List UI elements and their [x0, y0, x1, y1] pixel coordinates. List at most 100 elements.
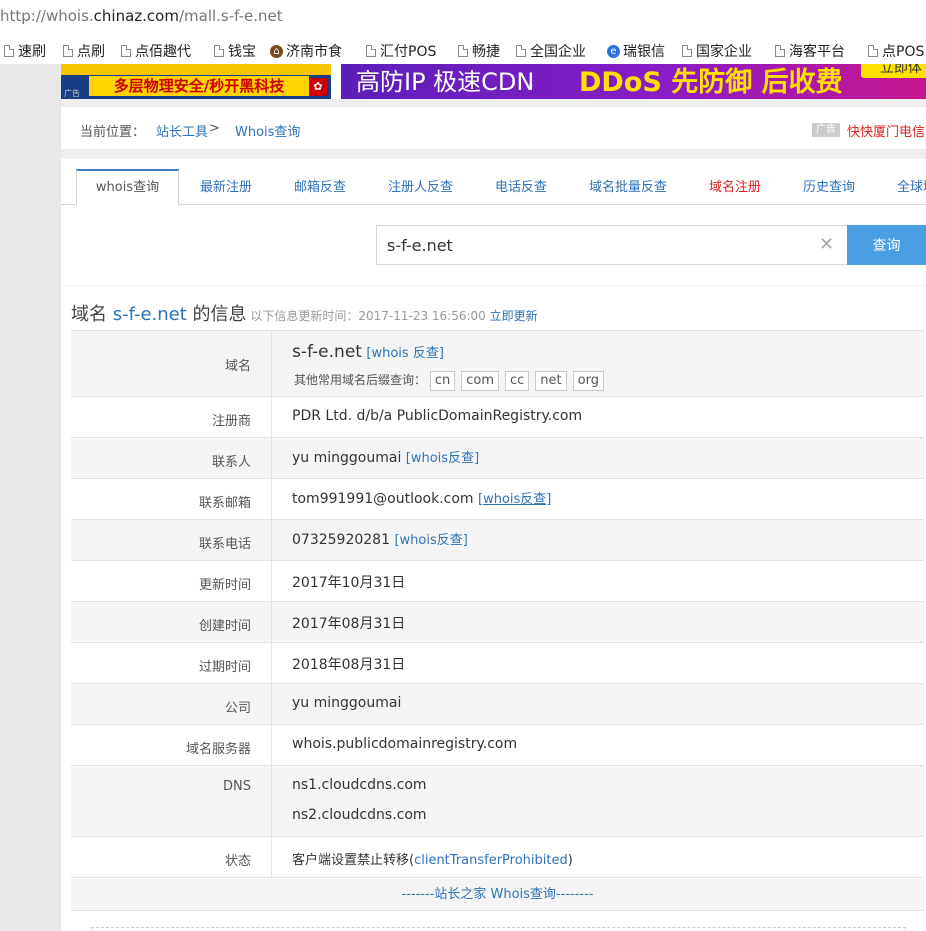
row-label-text: 联系电话 [198, 537, 251, 552]
breadcrumb-label: 当前位置： [80, 125, 146, 140]
divider [61, 285, 926, 286]
row-label-text: 联系人 [211, 455, 251, 470]
table-row-expires: 过期时间 2018年08月31日 [71, 643, 924, 684]
school-icon: ⌂ [270, 44, 283, 58]
suffix-org[interactable]: org [572, 371, 604, 391]
doc-icon [458, 45, 468, 57]
row-label-text: 联系邮箱 [198, 496, 251, 511]
bookmark-label: 海客平台 [789, 44, 845, 60]
ad-banner-right[interactable]: 高防IP 极速CDN DDoS 先防御 后收费 立即体 [341, 64, 926, 99]
clear-icon[interactable]: ✕ [819, 234, 834, 255]
ad-text-link[interactable]: 快快厦门电信 [847, 121, 925, 140]
update-now-link[interactable]: 立即更新 [490, 309, 538, 323]
table-row-email: 联系邮箱 tom991991@outlook.com [whois反查] [71, 479, 924, 520]
contact-reverse-link[interactable]: [whois反查] [406, 451, 479, 466]
doc-icon [868, 45, 878, 57]
search-input[interactable] [387, 234, 807, 256]
bookmark-item[interactable]: e 瑞银信 [607, 41, 665, 61]
row-label: 注册商 [71, 397, 272, 437]
row-label-text: 状态 [224, 854, 251, 869]
whois-table: 域名 s-f-e.net [whois 反查] 其他常用域名后缀查询： cn co… [71, 330, 924, 878]
phone-reverse-link[interactable]: [whois反查] [394, 533, 467, 548]
row-label-text: 域名 [224, 359, 251, 374]
page-content: 多层物理安全/秒开黑科技 广告 ✿ 高防IP 极速CDN DDoS 先防御 后收… [61, 64, 926, 931]
bookmark-label: 速刷 [18, 44, 46, 60]
domain-reverse-link[interactable]: [whois 反查] [366, 346, 444, 361]
row-label: 联系电话 [71, 520, 272, 560]
table-row-phone: 联系电话 07325920281 [whois反查] [71, 520, 924, 561]
title-prefix: 域名 [71, 304, 113, 325]
row-label-text: 过期时间 [198, 660, 251, 675]
row-label-text: 公司 [224, 701, 251, 716]
row-label: 域名服务器 [71, 725, 272, 765]
row-label: 创建时间 [71, 602, 272, 642]
bookmark-item[interactable]: 速刷 [4, 41, 46, 61]
url-text[interactable]: http://whois.chinaz.com/mall.s-f-e.net [0, 7, 283, 25]
search-button[interactable]: 查询 [847, 225, 926, 265]
bookmark-label: 钱宝 [228, 44, 256, 60]
updated-value: 2017年10月31日 [292, 575, 406, 591]
doc-icon [4, 45, 14, 57]
phone-value: 07325920281 [292, 532, 390, 548]
bookmark-item[interactable]: 汇付POS [366, 41, 436, 61]
bookmark-item[interactable]: 钱宝 [214, 41, 256, 61]
tab-whois[interactable]: whois查询 [76, 169, 179, 206]
doc-icon [63, 45, 73, 57]
doc-icon [682, 45, 692, 57]
ad-banner-left[interactable]: 多层物理安全/秒开黑科技 广告 ✿ [61, 64, 331, 99]
suffix-net[interactable]: net [535, 371, 567, 391]
row-label-text: 创建时间 [198, 619, 251, 634]
row-label-text: 注册商 [211, 414, 251, 429]
tab-phone-reverse[interactable]: 电话反查 [495, 171, 547, 205]
breadcrumb-link-tools[interactable]: 站长工具 [156, 121, 208, 140]
row-label: DNS [71, 766, 272, 836]
tab-email-reverse[interactable]: 邮箱反查 [294, 171, 346, 205]
raw-whois-box [91, 927, 906, 931]
bookmark-label: 瑞银信 [623, 44, 665, 60]
divider [61, 149, 926, 159]
nameserver-value: whois.publicdomainregistry.com [292, 736, 518, 752]
bookmark-item[interactable]: 点佰趣代 [121, 41, 191, 61]
tab-bar: whois查询 最新注册 邮箱反查 注册人反查 电话反查 域名批量反查 域名注册… [61, 159, 926, 206]
email-reverse-link[interactable]: [whois反查] [478, 492, 551, 507]
registrar-value: PDR Ltd. d/b/a PublicDomainRegistry.com [292, 408, 583, 424]
bookmark-item[interactable]: 点刷 [63, 41, 105, 61]
bookmark-label: 全国企业 [530, 44, 586, 60]
divider [61, 99, 926, 107]
whois-footer: -------站长之家 Whois查询-------- [71, 879, 924, 911]
tab-new-registrations[interactable]: 最新注册 [200, 171, 252, 205]
status-link[interactable]: clientTransferProhibited [414, 853, 568, 868]
row-label-text: 更新时间 [198, 578, 251, 593]
table-row-registrar: 注册商 PDR Ltd. d/b/a PublicDomainRegistry.… [71, 397, 924, 438]
table-row-nameserver: 域名服务器 whois.publicdomainregistry.com [71, 725, 924, 766]
update-time: 以下信息更新时间：2017-11-23 16:56:00 [246, 309, 490, 323]
ad-button[interactable]: 立即体 [861, 64, 926, 78]
row-label: 域名 [71, 331, 272, 396]
bookmark-item[interactable]: 海客平台 [775, 41, 845, 61]
bookmark-item[interactable]: 国家企业 [682, 41, 752, 61]
tab-global-domain[interactable]: 全球域 [897, 171, 926, 205]
suffix-cn[interactable]: cn [429, 371, 456, 391]
ad-left-text: 多层物理安全/秒开黑科技 [89, 76, 309, 96]
table-row-contact: 联系人 yu minggoumai [whois反查] [71, 438, 924, 479]
suffix-com[interactable]: com [461, 371, 499, 391]
tab-registrant-reverse[interactable]: 注册人反查 [388, 171, 453, 205]
bookmark-item[interactable]: 点POS [868, 41, 924, 61]
table-row-company: 公司 yu minggoumai [71, 684, 924, 725]
breadcrumb-link-whois[interactable]: Whois查询 [235, 121, 300, 140]
tab-batch-reverse[interactable]: 域名批量反查 [589, 171, 667, 205]
company-value: yu minggoumai [292, 695, 402, 711]
bookmark-item[interactable]: 全国企业 [516, 41, 586, 61]
tab-domain-registration[interactable]: 域名注册 [709, 171, 761, 205]
bookmark-item[interactable]: ⌂ 济南市食 [270, 41, 342, 61]
expires-value: 2018年08月31日 [292, 657, 406, 673]
table-row-dns: DNS ns1.cloudcdns.com ns2.cloudcdns.com [71, 766, 924, 837]
address-bar[interactable]: http://whois.chinaz.com/mall.s-f-e.net [0, 0, 926, 36]
email-value: tom991991@outlook.com [292, 491, 474, 507]
suffix-cc[interactable]: cc [505, 371, 530, 391]
bookmark-item[interactable]: 畅捷 [458, 41, 500, 61]
url-path: /mall.s-f-e.net [178, 7, 283, 25]
doc-icon [214, 45, 224, 57]
ad-strip [61, 64, 331, 75]
tab-history[interactable]: 历史查询 [803, 171, 855, 205]
